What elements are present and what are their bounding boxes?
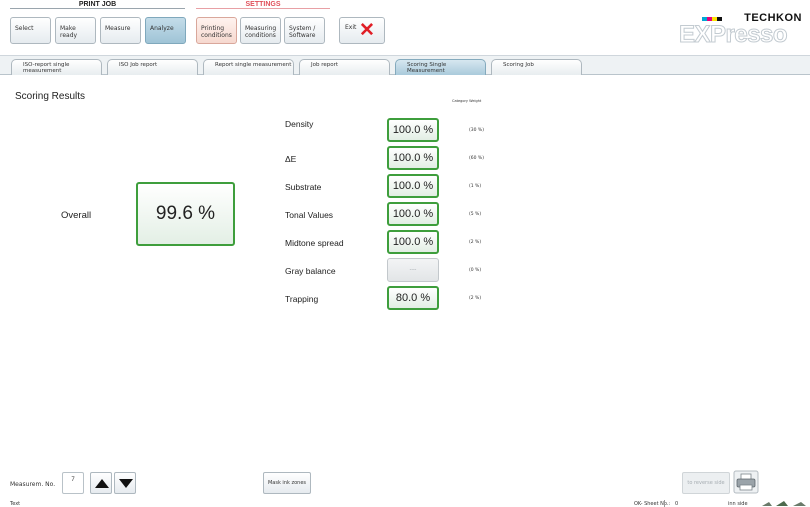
row-label-delta-e: ΔE <box>285 154 297 164</box>
printer-button[interactable] <box>733 470 759 494</box>
arrow-up-icon <box>95 479 109 488</box>
category-weight-header: Category Weight <box>452 99 482 103</box>
weight-midtone-spread: (2 %) <box>469 240 482 245</box>
arrow-down-icon <box>119 479 133 488</box>
printer-icon <box>733 470 759 494</box>
weight-density: (30 %) <box>469 128 484 133</box>
score-midtone-spread: 100.0 % <box>387 230 439 254</box>
weight-delta-e: (60 %) <box>469 156 484 161</box>
system-software-button[interactable]: System / Software <box>284 17 325 44</box>
measurement-number-field[interactable]: 7 <box>62 472 84 494</box>
top-toolbar: PRINT JOB SETTINGS Select Make ready Mea… <box>0 0 810 56</box>
score-delta-e: 100.0 % <box>387 146 439 170</box>
tab-report-single[interactable]: Report single measurement <box>203 59 294 75</box>
score-tonal-values: 100.0 % <box>387 202 439 226</box>
score-density: 100.0 % <box>387 118 439 142</box>
select-button[interactable]: Select <box>10 17 51 44</box>
printing-conditions-button[interactable]: Printing conditions <box>196 17 237 44</box>
row-label-gray-balance: Gray balance <box>285 266 336 276</box>
row-label-density: Density <box>285 119 314 129</box>
analyze-button[interactable]: Analyze <box>145 17 186 44</box>
report-tab-bar: ISO-report single measurement ISO Job re… <box>0 56 810 75</box>
measure-button[interactable]: Measure <box>100 17 141 44</box>
techkon-expresso-logo: TECHKON EXPresso <box>676 12 806 49</box>
score-trapping: 80.0 % <box>387 286 439 310</box>
tab-iso-report-single[interactable]: ISO-report single measurement <box>11 59 102 75</box>
weight-trapping: (2 %) <box>469 296 482 301</box>
weight-gray-balance: (0 %) <box>469 268 482 273</box>
exit-label: Exit <box>345 24 357 31</box>
measurement-number-label: Measurem. No. <box>10 481 56 488</box>
sheet-number-field[interactable]: 0 <box>664 500 714 507</box>
status-bar: Text OK- Sheet No.: 0 inn side <box>0 499 810 507</box>
measuring-conditions-button[interactable]: Measuring conditions <box>240 17 281 44</box>
close-x-icon: ✕ <box>359 20 375 41</box>
tab-iso-job-report[interactable]: ISO Job report <box>107 59 198 75</box>
make-ready-button[interactable]: Make ready <box>55 17 96 44</box>
page-title: Scoring Results <box>15 91 86 102</box>
row-label-tonal-values: Tonal Values <box>285 210 334 220</box>
row-label-substrate: Substrate <box>285 182 322 192</box>
measurement-down-button[interactable] <box>114 472 136 494</box>
overall-label: Overall <box>61 210 92 221</box>
exit-button[interactable]: Exit ✕ <box>339 17 385 44</box>
tab-scoring-job[interactable]: Scoring Job <box>491 59 582 75</box>
reverse-side-button[interactable]: to reverse side <box>682 472 730 494</box>
settings-group-label: SETTINGS <box>196 1 330 9</box>
overall-score: 99.6 % <box>136 182 235 246</box>
score-substrate: 100.0 % <box>387 174 439 198</box>
logo-product: EXPresso <box>678 21 788 49</box>
tab-job-report[interactable]: Job report <box>299 59 390 75</box>
print-job-group-label: PRINT JOB <box>10 1 185 9</box>
score-gray-balance: ---- <box>387 258 439 282</box>
side-label: inn side <box>728 501 748 507</box>
status-text-item: Text <box>10 501 21 507</box>
status-device-icons <box>762 501 806 506</box>
tab-scoring-single[interactable]: Scoring Single Measurement <box>395 59 486 75</box>
weight-tonal-values: (5 %) <box>469 212 482 217</box>
mask-ink-zones-button[interactable]: Mask ink zones <box>263 472 311 494</box>
row-label-trapping: Trapping <box>285 294 319 304</box>
row-label-midtone-spread: Midtone spread <box>285 238 344 248</box>
measurement-up-button[interactable] <box>90 472 112 494</box>
weight-substrate: (1 %) <box>469 184 482 189</box>
